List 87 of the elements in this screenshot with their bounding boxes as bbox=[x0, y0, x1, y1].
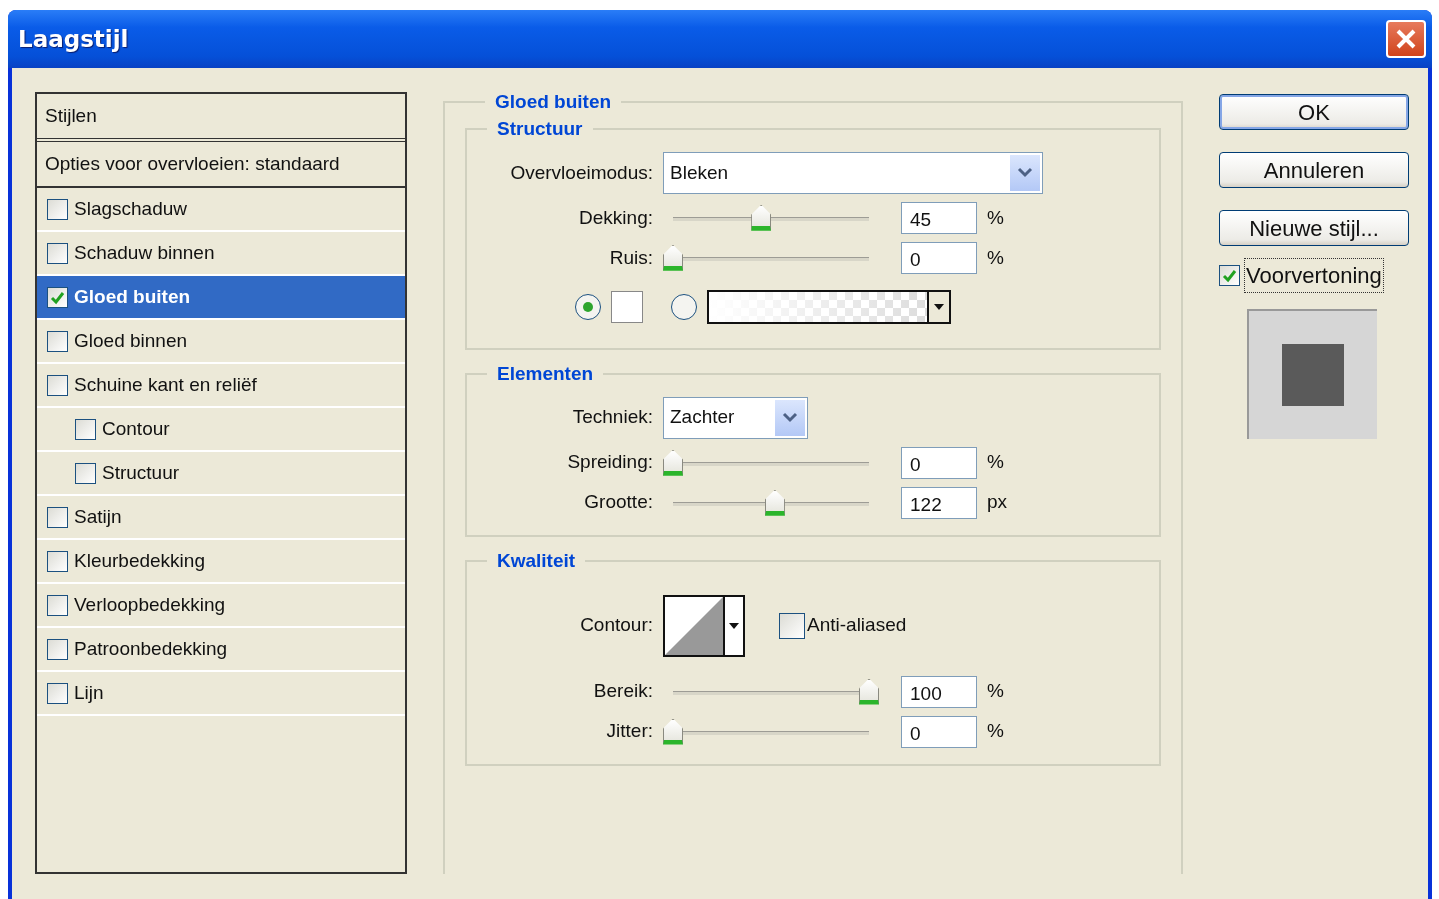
number-field[interactable]: 0 bbox=[901, 446, 977, 479]
list-item[interactable]: Satijn bbox=[37, 496, 405, 540]
list-item[interactable]: Stijlen bbox=[37, 94, 405, 142]
checkbox-label: Anti-aliased bbox=[807, 613, 907, 638]
dropdown-value: Zachter bbox=[670, 405, 735, 430]
item-label: Satijn bbox=[74, 504, 122, 529]
item-label: Gloed binnen bbox=[74, 328, 188, 353]
item-label: Slagschaduw bbox=[74, 196, 188, 221]
unit-label: % bbox=[987, 205, 1004, 230]
close-icon bbox=[1395, 28, 1417, 50]
unit-label: % bbox=[987, 719, 1004, 744]
checkbox[interactable] bbox=[47, 638, 68, 660]
list-item[interactable]: Contour bbox=[37, 408, 405, 452]
checkbox[interactable] bbox=[75, 462, 96, 484]
group-title: Structuur bbox=[496, 118, 584, 140]
field-label: Dekking: bbox=[578, 205, 653, 230]
checkbox[interactable] bbox=[47, 550, 68, 572]
group-title: Elementen bbox=[496, 363, 595, 385]
dropdown-value: Bleken bbox=[670, 160, 729, 185]
contour-picker[interactable] bbox=[663, 594, 745, 657]
number-field[interactable]: 45 bbox=[901, 201, 977, 234]
field-label: Grootte: bbox=[583, 490, 653, 515]
item-label: Verloopbedekking bbox=[74, 592, 226, 617]
list-item[interactable]: Patroonbedekking bbox=[37, 628, 405, 672]
unit-label: px bbox=[987, 490, 1008, 515]
field-label: Techniek: bbox=[571, 405, 653, 430]
unit-label: % bbox=[987, 679, 1004, 704]
number-field[interactable]: 122 bbox=[901, 486, 977, 519]
dialog-button[interactable]: Annuleren bbox=[1219, 152, 1409, 188]
checkbox[interactable] bbox=[47, 242, 68, 264]
number-field[interactable]: 0 bbox=[901, 715, 977, 748]
chevron-down-icon bbox=[782, 411, 798, 424]
chevron-down-icon bbox=[1017, 166, 1033, 179]
item-label: Schuine kant en reliëf bbox=[74, 372, 257, 397]
field-label: Contour: bbox=[579, 613, 653, 638]
checkbox[interactable] bbox=[75, 418, 96, 440]
dropdown[interactable]: Zachter bbox=[663, 396, 808, 439]
unit-label: % bbox=[987, 450, 1004, 475]
list-item[interactable]: Kleurbedekking bbox=[37, 540, 405, 584]
item-label: Patroonbedekking bbox=[74, 636, 228, 661]
checkbox[interactable] bbox=[47, 198, 68, 220]
number-field[interactable]: 100 bbox=[901, 675, 977, 708]
caret-icon bbox=[934, 303, 944, 310]
list-item[interactable]: Lijn bbox=[37, 672, 405, 716]
item-label: Contour bbox=[102, 416, 170, 441]
field-label: Jitter: bbox=[605, 719, 653, 744]
square-icon bbox=[1282, 344, 1344, 406]
item-label: Kleurbedekking bbox=[74, 548, 205, 573]
checkbox[interactable] bbox=[779, 612, 805, 639]
number-field[interactable]: 0 bbox=[901, 241, 977, 274]
gradient-picker[interactable] bbox=[707, 289, 951, 324]
list-item[interactable]: Schuine kant en reliëf bbox=[37, 364, 405, 408]
list-item[interactable]: Opties voor overvloeien: standaard bbox=[37, 142, 405, 188]
list-item[interactable]: Verloopbedekking bbox=[37, 584, 405, 628]
radio-button[interactable] bbox=[575, 293, 601, 320]
checkbox[interactable] bbox=[47, 374, 68, 396]
list-item[interactable]: Gloed buiten bbox=[37, 276, 405, 320]
dialog-button[interactable]: Nieuwe stijl... bbox=[1219, 210, 1409, 246]
checkbox[interactable] bbox=[47, 330, 68, 352]
contour-curve-icon bbox=[665, 596, 723, 655]
dialog-button[interactable]: OK bbox=[1219, 94, 1409, 130]
color-swatch[interactable] bbox=[611, 290, 643, 323]
unit-label: % bbox=[987, 245, 1004, 270]
item-label: Schaduw binnen bbox=[74, 240, 215, 265]
checkbox[interactable] bbox=[47, 682, 68, 704]
dropdown[interactable]: Bleken bbox=[663, 151, 1043, 194]
field-label: Ruis: bbox=[608, 245, 653, 270]
caret-icon bbox=[729, 622, 739, 629]
list-item[interactable]: Gloed binnen bbox=[37, 320, 405, 364]
item-label: Structuur bbox=[102, 460, 180, 485]
checkbox[interactable] bbox=[47, 286, 68, 308]
field-label: Bereik: bbox=[592, 679, 653, 704]
list-item[interactable]: Slagschaduw bbox=[37, 188, 405, 232]
list-item[interactable]: Structuur bbox=[37, 452, 405, 496]
panel-title: Gloed buiten bbox=[494, 92, 613, 113]
item-label: Lijn bbox=[74, 680, 104, 705]
group-title: Kwaliteit bbox=[496, 550, 577, 572]
checkbox[interactable] bbox=[1219, 265, 1240, 286]
field-label: Overvloeimodus: bbox=[509, 160, 653, 185]
checkbox[interactable] bbox=[47, 506, 68, 528]
radio-button[interactable] bbox=[671, 293, 697, 320]
window-title: Laagstijl bbox=[18, 24, 129, 54]
field-label: Spreiding: bbox=[566, 450, 653, 475]
item-label: Gloed buiten bbox=[74, 284, 191, 309]
checkbox[interactable] bbox=[47, 594, 68, 616]
close-button[interactable] bbox=[1386, 20, 1426, 58]
checkbox-label: Voorvertoning bbox=[1244, 258, 1384, 293]
